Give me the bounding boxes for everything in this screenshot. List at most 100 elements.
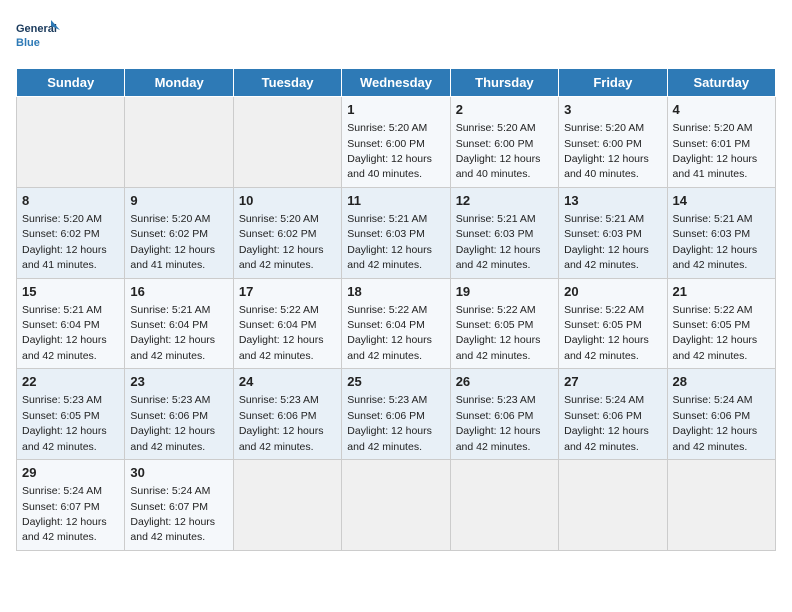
calendar-cell: 17 Sunrise: 5:22 AM Sunset: 6:04 PM Dayl…: [233, 278, 341, 369]
cell-sunrise: Sunrise: 5:24 AM: [22, 485, 102, 497]
calendar-cell: 25 Sunrise: 5:23 AM Sunset: 6:06 PM Dayl…: [342, 369, 450, 460]
calendar-week-3: 15 Sunrise: 5:21 AM Sunset: 6:04 PM Dayl…: [17, 278, 776, 369]
cell-sunset: Sunset: 6:02 PM: [130, 228, 208, 240]
day-number: 21: [673, 283, 770, 301]
cell-sunrise: Sunrise: 5:22 AM: [456, 304, 536, 316]
cell-sunset: Sunset: 6:04 PM: [22, 319, 100, 331]
day-number: 19: [456, 283, 553, 301]
cell-sunrise: Sunrise: 5:20 AM: [22, 213, 102, 225]
cell-daylight: Daylight: 12 hours and 42 minutes.: [130, 425, 215, 452]
day-number: 26: [456, 373, 553, 391]
logo-svg: General Blue: [16, 16, 60, 60]
cell-sunrise: Sunrise: 5:20 AM: [347, 122, 427, 134]
calendar-cell: 21 Sunrise: 5:22 AM Sunset: 6:05 PM Dayl…: [667, 278, 775, 369]
cell-sunset: Sunset: 6:04 PM: [239, 319, 317, 331]
day-header-friday: Friday: [559, 69, 667, 97]
logo: General Blue: [16, 16, 60, 60]
calendar-cell: 8 Sunrise: 5:20 AM Sunset: 6:02 PM Dayli…: [17, 187, 125, 278]
day-number: 17: [239, 283, 336, 301]
calendar-cell: [17, 97, 125, 188]
cell-sunset: Sunset: 6:01 PM: [673, 138, 751, 150]
cell-daylight: Daylight: 12 hours and 42 minutes.: [673, 334, 758, 361]
cell-sunrise: Sunrise: 5:20 AM: [564, 122, 644, 134]
cell-sunrise: Sunrise: 5:22 AM: [239, 304, 319, 316]
cell-sunrise: Sunrise: 5:22 AM: [673, 304, 753, 316]
calendar-cell: 14 Sunrise: 5:21 AM Sunset: 6:03 PM Dayl…: [667, 187, 775, 278]
cell-sunset: Sunset: 6:00 PM: [564, 138, 642, 150]
calendar-cell: 22 Sunrise: 5:23 AM Sunset: 6:05 PM Dayl…: [17, 369, 125, 460]
calendar-cell: 13 Sunrise: 5:21 AM Sunset: 6:03 PM Dayl…: [559, 187, 667, 278]
day-number: 2: [456, 101, 553, 119]
cell-sunrise: Sunrise: 5:22 AM: [347, 304, 427, 316]
calendar-cell: 28 Sunrise: 5:24 AM Sunset: 6:06 PM Dayl…: [667, 369, 775, 460]
cell-sunset: Sunset: 6:04 PM: [130, 319, 208, 331]
svg-text:Blue: Blue: [16, 37, 40, 49]
day-number: 12: [456, 192, 553, 210]
calendar-cell: 11 Sunrise: 5:21 AM Sunset: 6:03 PM Dayl…: [342, 187, 450, 278]
cell-daylight: Daylight: 12 hours and 42 minutes.: [239, 244, 324, 271]
calendar-cell: 26 Sunrise: 5:23 AM Sunset: 6:06 PM Dayl…: [450, 369, 558, 460]
cell-daylight: Daylight: 12 hours and 42 minutes.: [22, 516, 107, 543]
cell-sunrise: Sunrise: 5:24 AM: [130, 485, 210, 497]
day-number: 10: [239, 192, 336, 210]
day-number: 20: [564, 283, 661, 301]
cell-daylight: Daylight: 12 hours and 42 minutes.: [22, 334, 107, 361]
day-number: 23: [130, 373, 227, 391]
day-header-sunday: Sunday: [17, 69, 125, 97]
calendar-cell: 15 Sunrise: 5:21 AM Sunset: 6:04 PM Dayl…: [17, 278, 125, 369]
calendar-cell: [450, 460, 558, 551]
cell-sunset: Sunset: 6:06 PM: [456, 410, 534, 422]
calendar-cell: 29 Sunrise: 5:24 AM Sunset: 6:07 PM Dayl…: [17, 460, 125, 551]
day-header-tuesday: Tuesday: [233, 69, 341, 97]
svg-text:General: General: [16, 23, 57, 35]
cell-daylight: Daylight: 12 hours and 42 minutes.: [347, 425, 432, 452]
day-number: 11: [347, 192, 444, 210]
calendar-table: SundayMondayTuesdayWednesdayThursdayFrid…: [16, 68, 776, 551]
cell-sunset: Sunset: 6:07 PM: [130, 501, 208, 513]
cell-daylight: Daylight: 12 hours and 42 minutes.: [456, 334, 541, 361]
cell-daylight: Daylight: 12 hours and 42 minutes.: [564, 244, 649, 271]
day-number: 25: [347, 373, 444, 391]
calendar-cell: [233, 460, 341, 551]
cell-sunset: Sunset: 6:06 PM: [347, 410, 425, 422]
day-number: 13: [564, 192, 661, 210]
day-number: 16: [130, 283, 227, 301]
cell-sunrise: Sunrise: 5:21 AM: [347, 213, 427, 225]
cell-sunset: Sunset: 6:06 PM: [130, 410, 208, 422]
cell-daylight: Daylight: 12 hours and 42 minutes.: [239, 334, 324, 361]
cell-daylight: Daylight: 12 hours and 42 minutes.: [347, 334, 432, 361]
cell-daylight: Daylight: 12 hours and 42 minutes.: [347, 244, 432, 271]
calendar-cell: 20 Sunrise: 5:22 AM Sunset: 6:05 PM Dayl…: [559, 278, 667, 369]
calendar-week-2: 8 Sunrise: 5:20 AM Sunset: 6:02 PM Dayli…: [17, 187, 776, 278]
day-number: 4: [673, 101, 770, 119]
cell-daylight: Daylight: 12 hours and 42 minutes.: [239, 425, 324, 452]
cell-sunrise: Sunrise: 5:23 AM: [239, 394, 319, 406]
calendar-cell: 2 Sunrise: 5:20 AM Sunset: 6:00 PM Dayli…: [450, 97, 558, 188]
header-row: SundayMondayTuesdayWednesdayThursdayFrid…: [17, 69, 776, 97]
cell-sunset: Sunset: 6:03 PM: [673, 228, 751, 240]
cell-sunrise: Sunrise: 5:23 AM: [456, 394, 536, 406]
cell-sunset: Sunset: 6:06 PM: [239, 410, 317, 422]
cell-sunrise: Sunrise: 5:21 AM: [22, 304, 102, 316]
calendar-cell: 30 Sunrise: 5:24 AM Sunset: 6:07 PM Dayl…: [125, 460, 233, 551]
calendar-cell: [125, 97, 233, 188]
day-number: 1: [347, 101, 444, 119]
day-number: 15: [22, 283, 119, 301]
cell-sunset: Sunset: 6:02 PM: [22, 228, 100, 240]
cell-sunset: Sunset: 6:02 PM: [239, 228, 317, 240]
calendar-cell: [559, 460, 667, 551]
day-header-wednesday: Wednesday: [342, 69, 450, 97]
calendar-cell: [667, 460, 775, 551]
calendar-cell: 16 Sunrise: 5:21 AM Sunset: 6:04 PM Dayl…: [125, 278, 233, 369]
day-header-thursday: Thursday: [450, 69, 558, 97]
cell-sunrise: Sunrise: 5:20 AM: [456, 122, 536, 134]
cell-sunrise: Sunrise: 5:20 AM: [239, 213, 319, 225]
cell-daylight: Daylight: 12 hours and 41 minutes.: [130, 244, 215, 271]
calendar-week-1: 1 Sunrise: 5:20 AM Sunset: 6:00 PM Dayli…: [17, 97, 776, 188]
calendar-cell: 18 Sunrise: 5:22 AM Sunset: 6:04 PM Dayl…: [342, 278, 450, 369]
day-number: 22: [22, 373, 119, 391]
cell-sunrise: Sunrise: 5:21 AM: [130, 304, 210, 316]
cell-sunset: Sunset: 6:03 PM: [456, 228, 534, 240]
cell-daylight: Daylight: 12 hours and 42 minutes.: [130, 334, 215, 361]
cell-daylight: Daylight: 12 hours and 42 minutes.: [673, 244, 758, 271]
